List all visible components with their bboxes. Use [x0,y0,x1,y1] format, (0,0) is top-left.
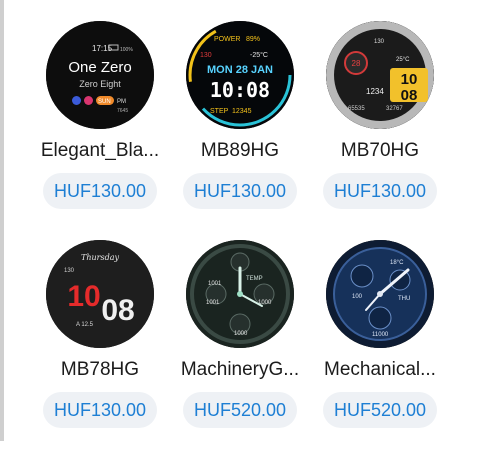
watchface-name[interactable]: MB70HG [314,140,446,162]
face-steps-label: STEP [210,108,229,115]
face-power-label: POWER [214,36,240,43]
face-battery: 100% [120,47,133,53]
face-min: 08 [401,87,418,104]
face-steps: 11000 [372,332,389,338]
price-button[interactable]: HUF130.00 [43,173,157,209]
watchface-preview-image[interactable]: 18°C 100 THU 11000 [326,240,434,348]
watchface-name[interactable]: MB89HG [174,140,306,162]
face-hour: 10 [67,280,100,313]
price-button[interactable]: HUF130.00 [183,173,297,209]
face-date: MON 28 JAN [207,64,273,76]
face-value-b: 1001 [206,300,220,306]
face-heart: 100 [352,294,363,300]
face-am-pm: PM [117,99,126,105]
face-value-a: 1001 [208,281,222,287]
price-button[interactable]: HUF130.00 [323,173,437,209]
face-temp: 25°C [396,57,410,63]
watchface-preview-image[interactable]: 17:15 100% One Zero Zero Eight SUN PM 76… [46,21,154,129]
watchface-name[interactable]: Mechanical... [314,359,446,381]
face-day-name: SUN [98,99,111,105]
face-day: 28 [352,59,361,68]
face-num: 1234 [366,87,384,96]
face-heart: 130 [64,268,75,274]
face-hour: 10 [401,71,418,88]
watchface-preview-image[interactable]: 28 130 25°C 10 08 1234 65535 32767 [326,21,434,129]
face-value-d: 1000 [234,331,248,337]
face-power-value: 89% [246,36,260,43]
face-steps: 12345 [232,108,252,115]
face-temp: TEMP [246,276,263,282]
price-button[interactable]: HUF520.00 [323,392,437,428]
face-day-name: Thursday [81,253,119,262]
face-title: One Zero [68,59,131,76]
watchface-preview-image[interactable]: Thursday 130 10 08 A 12.5 [46,240,154,348]
face-heart: 130 [200,52,212,59]
watchface-preview-image[interactable]: POWER 89% 130 -25°C MON 28 JAN 10:08 STE… [186,21,294,129]
face-steps: 7645 [117,108,128,114]
price-button[interactable]: HUF130.00 [43,392,157,428]
face-time: 10:08 [210,78,270,102]
face-subtitle: Zero Eight [79,79,121,89]
watchface-card-mb78hg[interactable]: Thursday 130 10 08 A 12.5 MB78HG HUF130.… [34,240,172,450]
watchface-card-mb70hg[interactable]: 28 130 25°C 10 08 1234 65535 32767 MB70H… [314,21,452,231]
watchface-name[interactable]: MB78HG [34,359,166,381]
face-temp: -25°C [250,51,268,59]
face-heart: 130 [374,39,385,45]
watchface-name[interactable]: MachineryG... [174,359,306,381]
watchface-card-mb89hg[interactable]: POWER 89% 130 -25°C MON 28 JAN 10:08 STE… [174,21,312,231]
price-button[interactable]: HUF520.00 [183,392,297,428]
left-edge-divider [0,0,4,441]
face-steps-a: 65535 [348,106,365,112]
watchface-card-elegant-black[interactable]: 17:15 100% One Zero Zero Eight SUN PM 76… [34,21,172,231]
face-sub: A 12.5 [76,322,94,328]
face-day: THU [398,296,410,302]
watchface-card-mechanical[interactable]: 18°C 100 THU 11000 Mechanical... HUF520.… [314,240,452,450]
watchface-card-machinery[interactable]: TEMP 1001 1001 1000 1000 MachineryG... H… [174,240,312,450]
watchface-name[interactable]: Elegant_Bla... [34,140,166,162]
face-steps-b: 32767 [386,106,403,112]
face-temp: 18°C [390,260,404,266]
face-min: 08 [101,294,134,327]
watchface-preview-image[interactable]: TEMP 1001 1001 1000 1000 [186,240,294,348]
